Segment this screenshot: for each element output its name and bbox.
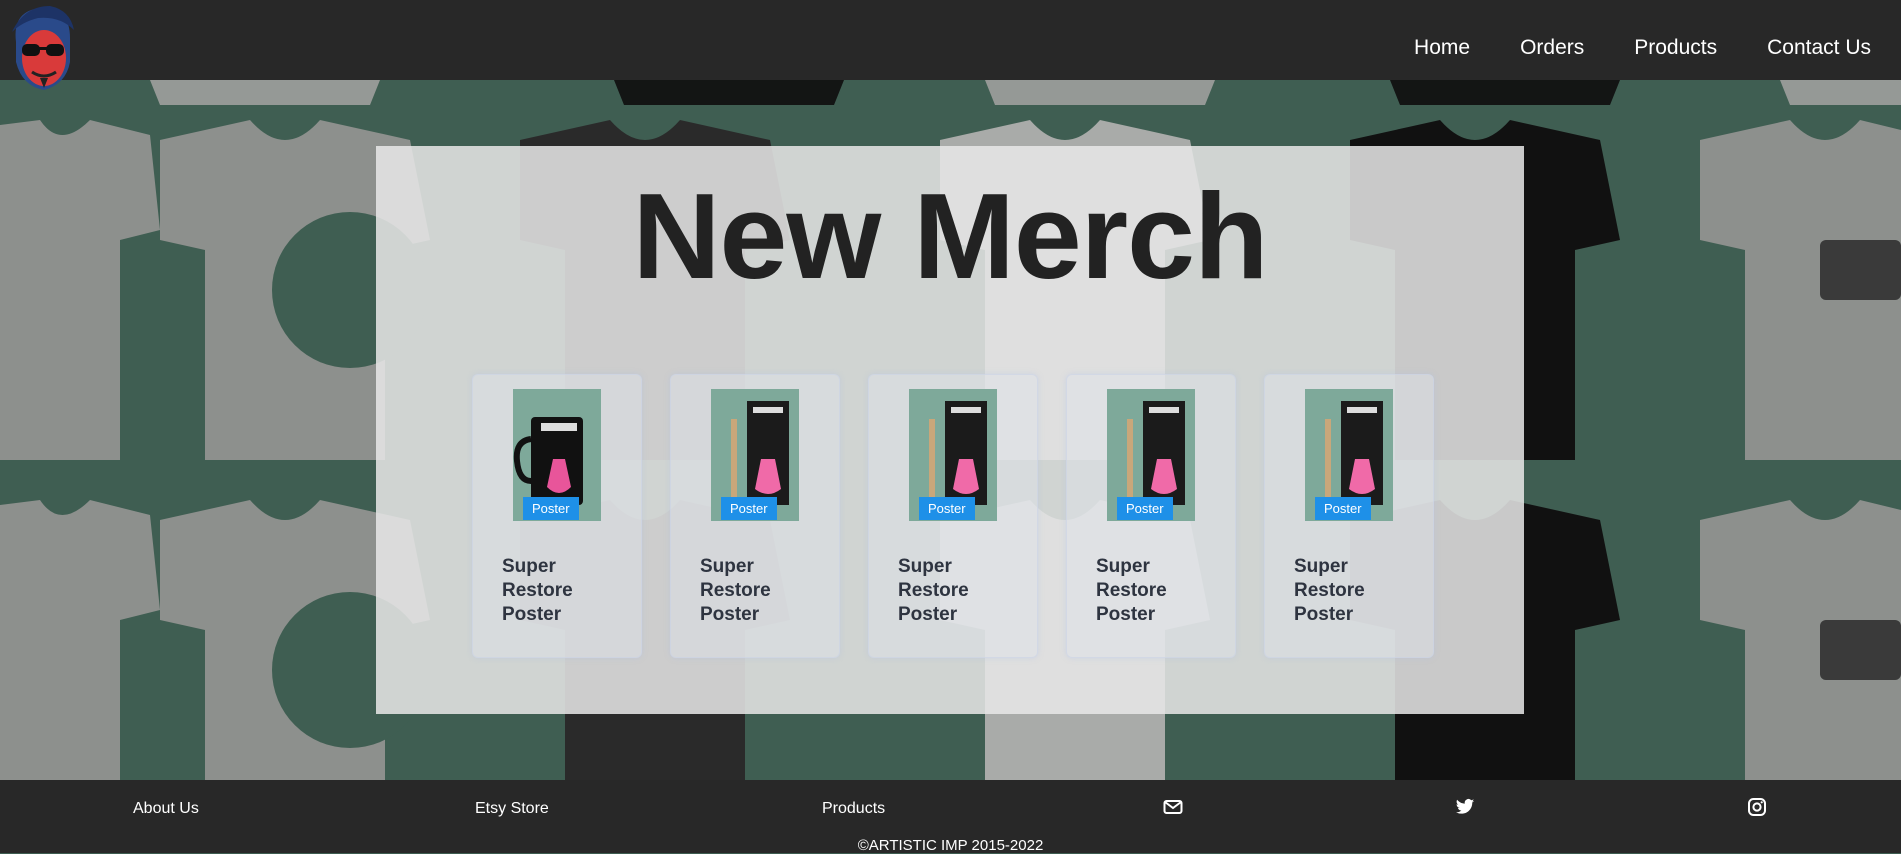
copyright-text: ©ARTISTIC IMP 2015-2022 bbox=[857, 837, 1044, 854]
product-title[interactable]: Super Restore Poster bbox=[898, 555, 1008, 627]
product-card[interactable]: Poster Super Restore Poster bbox=[1264, 374, 1434, 658]
twitter-icon[interactable] bbox=[1455, 797, 1475, 817]
instagram-icon[interactable] bbox=[1747, 797, 1767, 817]
product-tag: Poster bbox=[1117, 497, 1173, 520]
product-list: Poster Super Restore Poster Poster Super… bbox=[472, 374, 1434, 658]
footer-etsy-link[interactable]: Etsy Store bbox=[475, 800, 549, 818]
nav-home-link[interactable]: Home bbox=[1414, 36, 1470, 60]
footer: About Us Etsy Store Products ©ARTISTIC I… bbox=[0, 780, 1901, 854]
product-title[interactable]: Super Restore Poster bbox=[700, 555, 810, 627]
product-card[interactable]: Poster Super Restore Poster bbox=[868, 374, 1038, 658]
footer-about-link[interactable]: About Us bbox=[133, 800, 199, 818]
product-card[interactable]: Poster Super Restore Poster bbox=[1066, 374, 1236, 658]
envelope-icon[interactable] bbox=[1163, 797, 1183, 817]
product-tag: Poster bbox=[721, 497, 777, 520]
logo-icon[interactable] bbox=[4, 2, 80, 96]
product-card[interactable]: Poster Super Restore Poster bbox=[472, 374, 642, 658]
product-card[interactable]: Poster Super Restore Poster bbox=[670, 374, 840, 658]
new-merch-panel: New Merch Poster Super Restore Poster Po… bbox=[376, 146, 1524, 714]
footer-products-link[interactable]: Products bbox=[822, 800, 885, 818]
product-title[interactable]: Super Restore Poster bbox=[1294, 555, 1404, 627]
product-title[interactable]: Super Restore Poster bbox=[1096, 555, 1206, 627]
panel-title: New Merch bbox=[632, 168, 1268, 304]
product-tag: Poster bbox=[919, 497, 975, 520]
nav-products-link[interactable]: Products bbox=[1634, 36, 1717, 60]
product-tag: Poster bbox=[1315, 497, 1371, 520]
navbar: Home Orders Products Contact Us bbox=[0, 0, 1901, 90]
nav-contact-link[interactable]: Contact Us bbox=[1767, 36, 1871, 60]
product-tag: Poster bbox=[523, 497, 579, 520]
product-title[interactable]: Super Restore Poster bbox=[502, 555, 612, 627]
nav-menu: Home Orders Products Contact Us bbox=[1414, 0, 1871, 96]
nav-orders-link[interactable]: Orders bbox=[1520, 36, 1584, 60]
